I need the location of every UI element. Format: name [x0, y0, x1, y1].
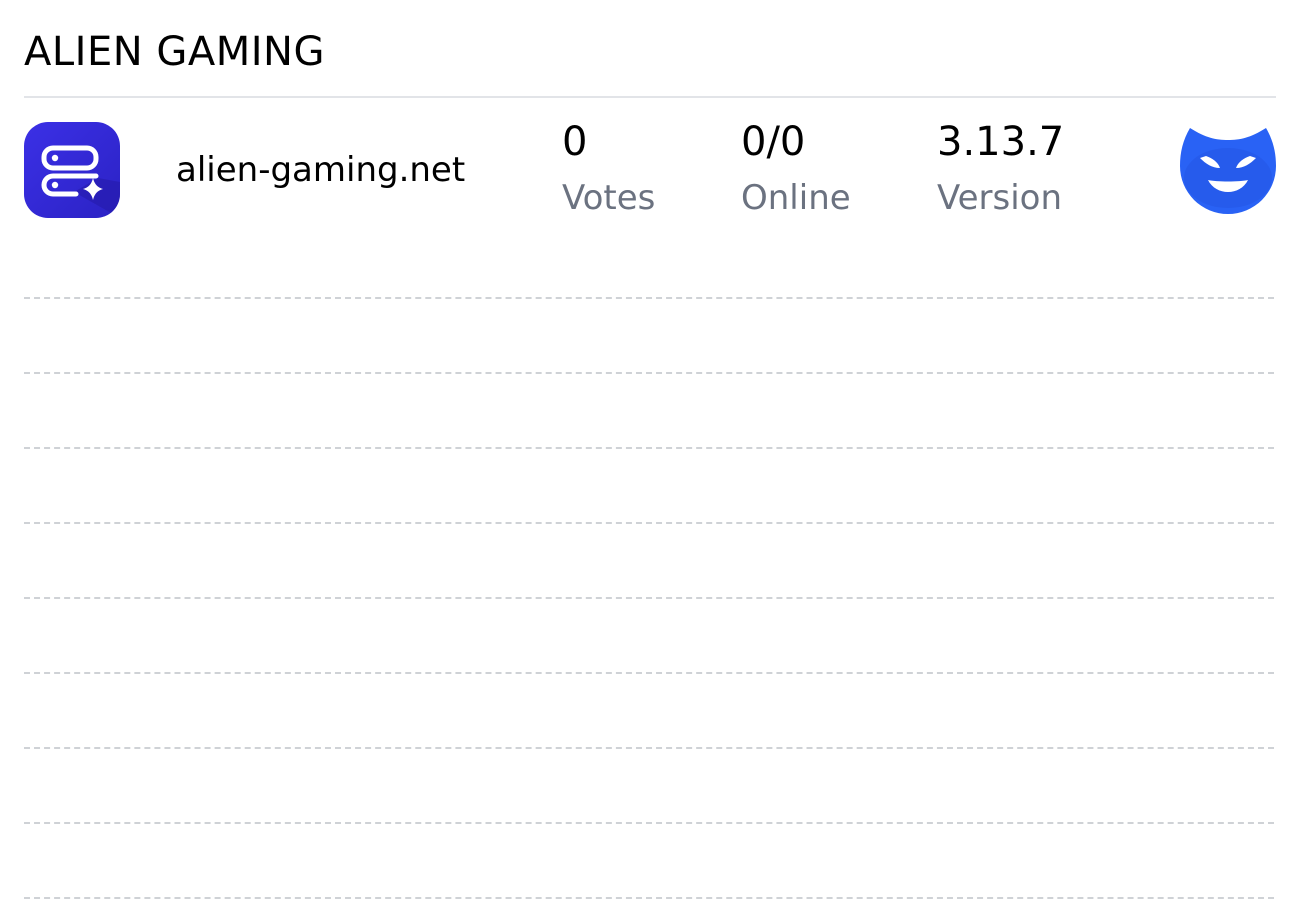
stat-votes: 0 Votes	[562, 122, 655, 218]
row-divider	[24, 297, 1274, 299]
votes-value: 0	[562, 119, 588, 165]
online-label: Online	[741, 178, 851, 218]
row-divider	[24, 822, 1274, 824]
row-divider	[24, 897, 1274, 899]
row-divider	[24, 747, 1274, 749]
online-value: 0/0	[741, 119, 806, 165]
title-divider	[24, 96, 1276, 98]
row-divider	[24, 672, 1274, 674]
devil-face-icon[interactable]	[1180, 122, 1276, 218]
stat-online: 0/0 Online	[741, 122, 851, 218]
server-row[interactable]: alien-gaming.net 0 Votes 0/0 Online 3.13…	[24, 122, 1276, 218]
row-divider	[24, 372, 1274, 374]
server-hostname[interactable]: alien-gaming.net	[176, 150, 465, 190]
version-label: Version	[937, 178, 1063, 218]
stat-version: 3.13.7 Version	[937, 122, 1064, 218]
version-value: 3.13.7	[937, 119, 1065, 165]
row-divider	[24, 522, 1274, 524]
row-divider	[24, 447, 1274, 449]
page-title: ALIEN GAMING	[24, 29, 325, 75]
server-sparkle-icon	[24, 122, 120, 218]
row-divider	[24, 597, 1274, 599]
votes-label: Votes	[562, 178, 656, 218]
